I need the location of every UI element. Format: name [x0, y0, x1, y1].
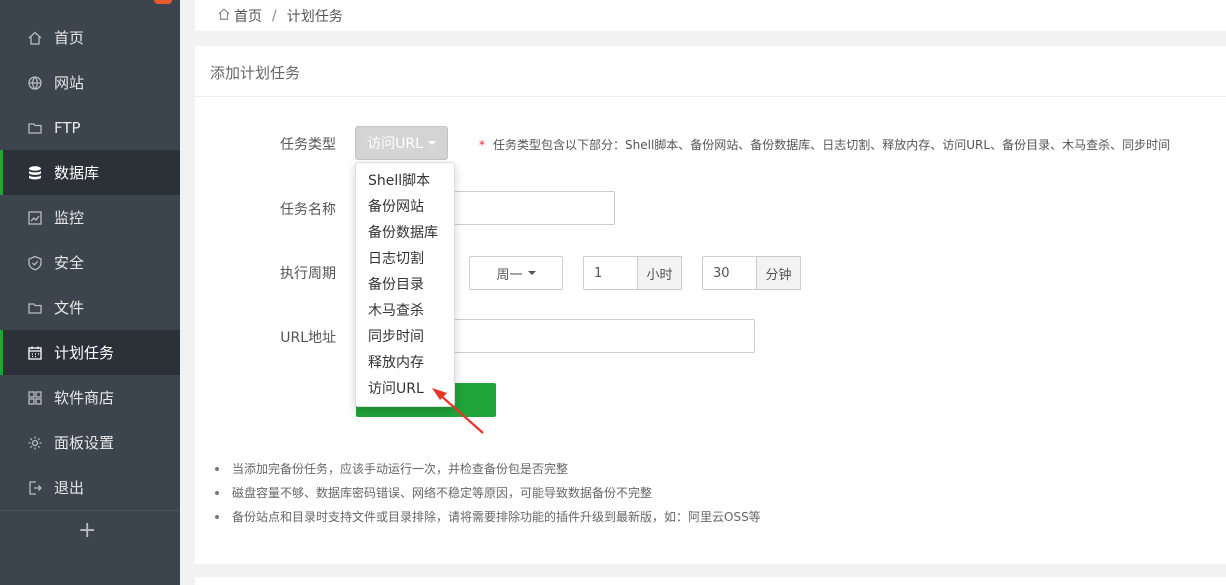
sidebar-item-label: 首页 — [54, 29, 85, 47]
home-icon — [217, 7, 234, 25]
breadcrumb-current: 计划任务 — [286, 8, 343, 25]
sidebar-item-label: 监控 — [54, 209, 85, 227]
task-type-value: 访问URL — [367, 136, 423, 152]
menu-item-log-rotate[interactable]: 日志切割 — [356, 246, 454, 272]
notes-list: 当添加完备份任务，应该手动运行一次，并检查备份包是否完整 磁盘容量不够、数据库密… — [215, 460, 761, 532]
minute-unit: 分钟 — [756, 256, 801, 290]
shield-icon — [26, 254, 43, 271]
minute-value: 30 — [713, 265, 730, 281]
menu-item-backup-database[interactable]: 备份数据库 — [356, 220, 454, 246]
sidebar-item-website[interactable]: 网站 — [0, 60, 180, 105]
hour-input[interactable]: 1 — [583, 256, 638, 290]
minute-input[interactable]: 30 — [702, 256, 757, 290]
menu-item-trojan-scan[interactable]: 木马查杀 — [356, 298, 454, 324]
logout-icon — [26, 479, 43, 496]
list-item: 磁盘容量不够、数据库密码错误、网络不稳定等原因，可能导致数据备份不完整 — [215, 484, 761, 508]
period-label: 执行周期 — [280, 266, 336, 282]
sidebar-item-settings[interactable]: 面板设置 — [0, 420, 180, 465]
sidebar-item-label: 软件商店 — [54, 389, 115, 407]
calendar-icon — [26, 344, 43, 361]
task-name-label: 任务名称 — [280, 202, 336, 218]
breadcrumb-home-link[interactable]: 首页 — [234, 6, 262, 26]
list-item: 当添加完备份任务，应该手动运行一次，并检查备份包是否完整 — [215, 460, 761, 484]
sidebar-divider — [0, 510, 180, 511]
home-icon — [26, 29, 43, 46]
monitor-icon — [26, 209, 43, 226]
menu-item-sync-time[interactable]: 同步时间 — [356, 324, 454, 350]
sidebar-item-home[interactable]: 首页 — [0, 15, 180, 60]
hour-unit: 小时 — [637, 256, 682, 290]
sidebar-item-files[interactable]: 文件 — [0, 285, 180, 330]
task-type-hint: * 任务类型包含以下部分：Shell脚本、备份网站、备份数据库、日志切割、释放内存… — [479, 136, 1170, 153]
menu-item-backup-dir[interactable]: 备份目录 — [356, 272, 454, 298]
sidebar-item-label: 面板设置 — [54, 434, 115, 452]
sidebar-item-logout[interactable]: 退出 — [0, 465, 180, 510]
folder-ftp-icon — [26, 119, 43, 136]
breadcrumb: 首页 / 计划任务 — [195, 0, 1226, 31]
sidebar-item-cron[interactable]: 计划任务 — [0, 330, 180, 375]
sidebar-item-label: 安全 — [54, 254, 85, 272]
task-list-card — [195, 577, 1226, 585]
sidebar-item-monitor[interactable]: 监控 — [0, 195, 180, 240]
database-icon — [26, 164, 43, 181]
globe-icon — [26, 74, 43, 91]
weekday-dropdown[interactable]: 周一 — [469, 256, 563, 290]
sidebar-item-label: FTP — [54, 118, 81, 137]
menu-item-release-memory[interactable]: 释放内存 — [356, 350, 454, 376]
sidebar-item-security[interactable]: 安全 — [0, 240, 180, 285]
annotation-arrow-icon — [432, 388, 484, 434]
url-label: URL地址 — [280, 330, 336, 346]
task-type-dropdown[interactable]: 访问URL — [355, 126, 448, 160]
gear-icon — [26, 434, 43, 451]
task-type-menu: Shell脚本 备份网站 备份数据库 日志切割 备份目录 木马查杀 同步时间 释… — [355, 162, 455, 407]
sidebar-item-label: 文件 — [54, 299, 85, 317]
task-type-hint-text: 任务类型包含以下部分：Shell脚本、备份网站、备份数据库、日志切割、释放内存、… — [493, 138, 1171, 152]
add-shortcut-button[interactable]: + — [78, 516, 96, 546]
caret-down-icon — [527, 271, 536, 275]
card-divider — [195, 96, 1226, 97]
folder-icon — [26, 299, 43, 316]
task-type-label: 任务类型 — [280, 137, 336, 153]
breadcrumb-separator: / — [272, 7, 277, 24]
sidebar-item-label: 计划任务 — [54, 344, 115, 362]
sidebar-item-label: 数据库 — [54, 164, 100, 182]
sidebar-item-store[interactable]: 软件商店 — [0, 375, 180, 420]
list-item: 备份站点和目录时支持文件或目录排除，请将需要排除功能的插件升级到最新版，如：阿里… — [215, 508, 761, 532]
hour-value: 1 — [594, 265, 603, 281]
sidebar-item-label: 退出 — [54, 479, 85, 497]
notification-badge — [154, 0, 172, 4]
menu-item-backup-site[interactable]: 备份网站 — [356, 194, 454, 220]
caret-down-icon — [427, 141, 436, 145]
required-star: * — [479, 138, 485, 152]
sidebar-item-database[interactable]: 数据库 — [0, 150, 180, 195]
card-title: 添加计划任务 — [210, 64, 301, 82]
grid-icon — [26, 389, 43, 406]
sidebar: 首页 网站 FTP 数据库 监控 安全 文件 计划任务 软件商店 面板设置 退出 — [0, 0, 180, 585]
sidebar-item-ftp[interactable]: FTP — [0, 105, 180, 150]
menu-item-shell[interactable]: Shell脚本 — [356, 168, 454, 194]
sidebar-item-label: 网站 — [54, 74, 85, 92]
weekday-value: 周一 — [496, 267, 523, 283]
